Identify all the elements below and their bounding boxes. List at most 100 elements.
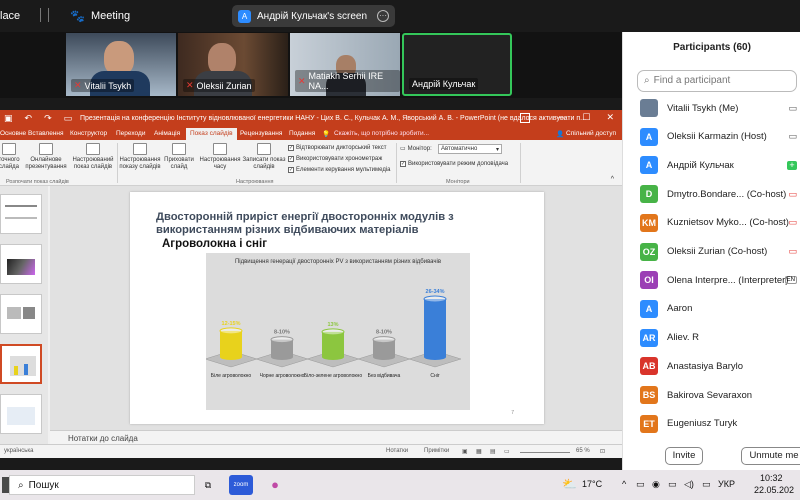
present-icon[interactable]: ▭ (64, 113, 73, 124)
participant-search-input[interactable]: ⌕ Find a participant (637, 70, 797, 92)
language-indicator[interactable]: українська (4, 448, 34, 454)
slide-thumbnail[interactable] (0, 294, 42, 334)
weather-icon[interactable]: ⛅ (562, 477, 577, 491)
close-icon[interactable]: ✕ (606, 112, 614, 123)
participant-row[interactable]: A Андрій Кульчак + (623, 151, 800, 179)
hide-slide-button[interactable]: Приховати слайд (162, 143, 196, 171)
share-button[interactable]: Спільний доступ (566, 130, 616, 137)
tab-home[interactable]: Основне (0, 130, 26, 137)
app-icon[interactable]: ● (263, 475, 287, 495)
notes-pane[interactable]: Нотатки до слайда (50, 430, 622, 444)
tab-view[interactable]: Подання (289, 130, 315, 137)
timings-checkbox[interactable]: ✓ Використовувати хронометраж (288, 156, 382, 162)
participant-row[interactable]: ET Eugeniusz Turyk (623, 410, 800, 438)
meet-now-icon[interactable]: ▭ (636, 479, 645, 490)
slide-thumbnail[interactable] (0, 244, 42, 284)
timer-icon (213, 143, 227, 155)
slide-thumbnails-panel (0, 186, 48, 444)
setup-slideshow-button[interactable]: Настроювання показу слайдів (118, 143, 162, 171)
task-view-icon[interactable]: ⧉ (196, 475, 220, 495)
meeting-menu[interactable]: 🐾 Meeting (70, 9, 130, 23)
notes-button[interactable]: Нотатки (386, 448, 408, 454)
slide-canvas[interactable]: Двосторонній приріст енергії двосторонні… (130, 192, 544, 424)
clock-time[interactable]: 10:32 (760, 473, 783, 483)
online-present-button[interactable]: Онлайнове презентування (24, 143, 68, 171)
volume-icon[interactable]: ◁) (684, 479, 694, 490)
video-tile[interactable]: ✕ Vitalii Tsykh (66, 33, 176, 96)
tab-review[interactable]: Рецензування (240, 130, 282, 137)
slideshow-view-icon[interactable]: ▭ (504, 448, 510, 455)
participant-row[interactable]: A Aaron (623, 295, 800, 323)
chart-category-label: Чорне агроволокно (260, 373, 305, 379)
zoom-slider[interactable] (520, 452, 570, 453)
fit-slide-icon[interactable]: ⊡ (600, 448, 605, 455)
tab-animation[interactable]: Анімація (154, 130, 180, 137)
ribbon-display-icon[interactable] (520, 113, 530, 123)
video-strip: ✕ Vitalii Tsykh ✕ Oleksii Zurian ✕ Matiakh … (0, 32, 622, 98)
sorter-view-icon[interactable]: ▦ (476, 448, 482, 455)
video-off-icon: ▭ (788, 188, 797, 199)
comments-button[interactable]: Примітки (424, 448, 449, 454)
participant-row[interactable]: D Dmytro.Bondare... (Co-host) ▭ (623, 180, 800, 208)
minimize-icon[interactable]: — (557, 112, 566, 123)
tab-insert[interactable]: Вставлення (28, 130, 64, 137)
participant-row[interactable]: BS Bakirova Sevaraxon (623, 381, 800, 409)
slide-thumbnail-selected[interactable] (0, 344, 42, 384)
custom-slideshow-button[interactable]: Настроюваний показ слайдів (70, 143, 116, 171)
mic-muted-icon: ✕ (186, 80, 194, 90)
undo-icon[interactable]: ↶ (25, 113, 33, 124)
screen-share-indicator[interactable]: A Андрій Кульчак's screen ··· (232, 5, 395, 27)
tab-transitions[interactable]: Переходи (116, 130, 145, 137)
unmute-me-button[interactable]: Unmute me (741, 447, 800, 465)
participant-row[interactable]: OZ Oleksii Zurian (Co-host) ▭ (623, 238, 800, 266)
tab-slideshow[interactable]: Показ слайдів (186, 128, 237, 140)
video-tile[interactable]: ✕ Matiakh Serhii IRE NA... (290, 33, 400, 96)
from-current-slide-button[interactable]: точного слайда (0, 143, 22, 171)
clock-date[interactable]: 22.05.202 (754, 485, 794, 495)
save-icon[interactable]: ▣ (4, 113, 13, 124)
video-tile[interactable]: ✕ Oleksii Zurian (178, 33, 288, 96)
zoom-level[interactable]: 65 % (576, 448, 590, 454)
network-icon[interactable]: ▭ (668, 479, 677, 490)
zoom-app-icon[interactable]: zoom (229, 475, 253, 495)
presenter-view-checkbox[interactable]: ✓ Використовувати режим доповідача (400, 161, 508, 167)
weather-temp[interactable]: 17°C (582, 479, 602, 489)
media-controls-checkbox[interactable]: ✓ Елементи керування мультимедіа (288, 167, 391, 173)
video-name: Matiakh Serhii IRE NA... (308, 71, 384, 91)
tray-app-icon[interactable]: ◉ (652, 479, 660, 490)
slide-page-number: 7 (511, 410, 514, 416)
taskbar-search[interactable]: ⌕ Пошук (9, 475, 195, 495)
reading-view-icon[interactable]: ▤ (490, 448, 496, 455)
avatar: KM (640, 213, 658, 232)
tab-design[interactable]: Конструктор (70, 130, 107, 137)
participant-row[interactable]: KM Kuznietsov Myko... (Co-host) ▭ (623, 209, 800, 237)
normal-view-icon[interactable]: ▣ (462, 448, 468, 455)
narration-checkbox[interactable]: ✓ Відтворювати дикторський текст (288, 145, 386, 151)
participant-row[interactable]: A Oleksii Karmazin (Host) ▭ (623, 123, 800, 151)
maximize-icon[interactable]: ☐ (582, 112, 590, 123)
slide-thumbnail[interactable] (0, 394, 42, 434)
tell-me-search[interactable]: Скажіть, що потрібно зробити... (334, 130, 429, 137)
participant-row[interactable]: OI Olena Interpre... (Interpreter) EN (623, 266, 800, 294)
video-tile-active-speaker[interactable]: Андрій Кульчак (402, 33, 512, 96)
record-slideshow-button[interactable]: Записати показ слайдів (242, 143, 286, 171)
tray-chevron-icon[interactable]: ^ (622, 479, 626, 489)
redo-icon[interactable]: ↷ (44, 113, 52, 124)
slide-thumbnail[interactable] (0, 194, 42, 234)
language-indicator[interactable]: УКР (718, 479, 735, 489)
battery-icon[interactable]: ▭ (702, 479, 711, 490)
pause-icon[interactable] (40, 8, 49, 22)
participant-row[interactable]: Vitalii Tsykh (Me) ▭ (623, 94, 800, 122)
rehearse-timings-button[interactable]: Настроювання часу (198, 143, 242, 171)
participant-row[interactable]: AB Anastasiya Barylo (623, 352, 800, 380)
monitor-select[interactable]: Автоматично ▾ (438, 144, 502, 154)
participant-row[interactable]: AR Aliev. R (623, 324, 800, 352)
invite-button[interactable]: Invite (665, 447, 703, 465)
collapse-ribbon-icon[interactable]: ^ (611, 176, 614, 183)
screen-share-icon: + (787, 160, 797, 170)
share-icon[interactable]: 👤 (556, 130, 564, 138)
participant-name: Bakirova Sevaraxon (667, 389, 753, 401)
more-options-icon[interactable]: ··· (377, 10, 389, 22)
chart-category-label: Біле агроволокно (211, 373, 252, 379)
chart-bar (408, 295, 462, 368)
